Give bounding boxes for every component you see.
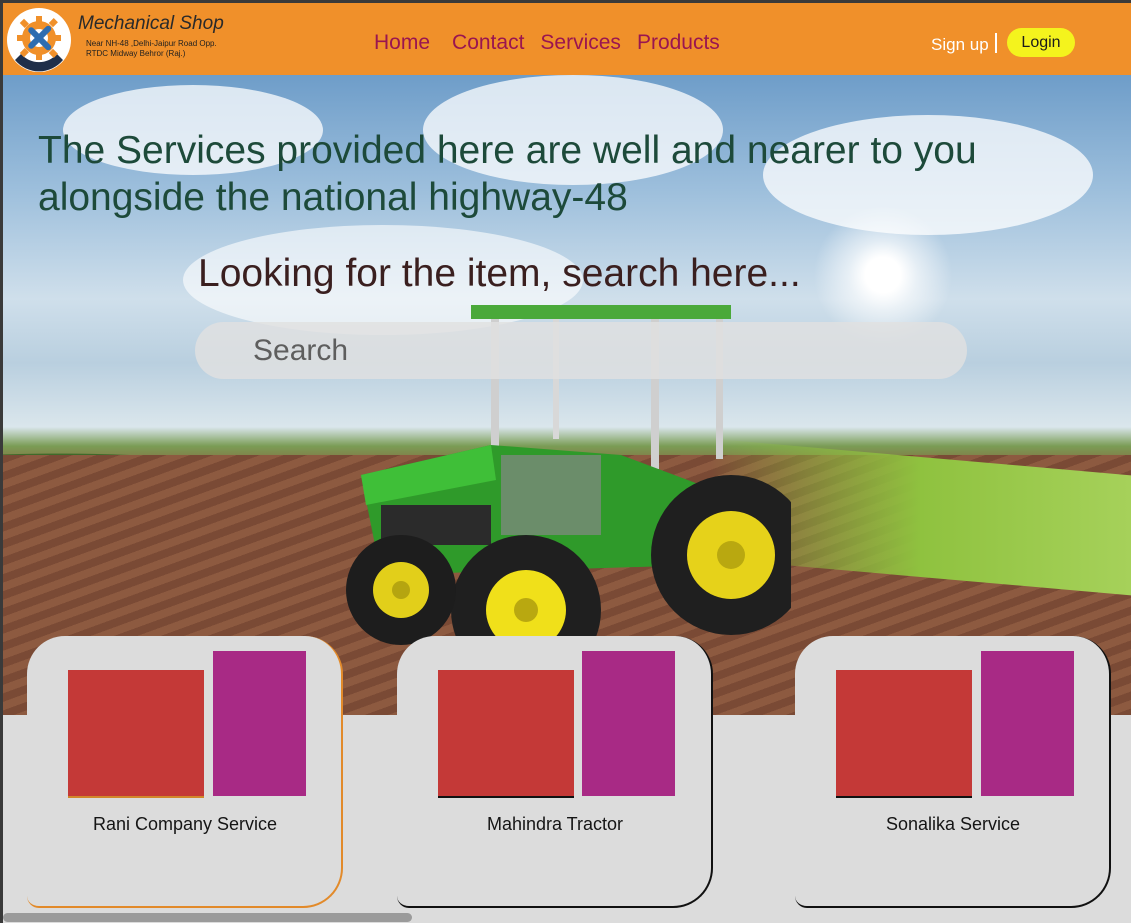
card-title: Mahindra Tractor xyxy=(486,814,624,834)
service-card[interactable]: Rani Company Service xyxy=(27,636,343,908)
shop-logo-gear-wrench-icon[interactable] xyxy=(7,8,71,72)
card-image-red-block xyxy=(438,670,574,798)
card-image-magenta-block xyxy=(213,651,306,796)
main-nav: Home Contact Services Products xyxy=(374,31,742,55)
address-line-2: RTDC Midway Behror (Raj.) xyxy=(86,49,186,58)
nav-products[interactable]: Products xyxy=(637,31,720,55)
card-image-red-block xyxy=(68,670,204,798)
card-image-magenta-block xyxy=(981,651,1074,796)
nav-contact[interactable]: Contact xyxy=(452,31,524,55)
login-button[interactable]: Login xyxy=(1007,28,1075,57)
brand-address: Near NH-48 ,Delhi-Jaipur Road Opp. RTDC … xyxy=(86,39,224,59)
search-title: Looking for the item, search here... xyxy=(198,252,801,295)
search-input[interactable] xyxy=(195,322,967,379)
card-title: Sonalika Service xyxy=(885,814,1021,834)
brand-name: Mechanical Shop xyxy=(78,13,224,34)
header-divider xyxy=(995,33,997,53)
top-header: Mechanical Shop Near NH-48 ,Delhi-Jaipur… xyxy=(3,3,1131,75)
service-card[interactable]: Sonalika Service xyxy=(795,636,1111,908)
card-image-red-block xyxy=(836,670,972,798)
address-line-1: Near NH-48 ,Delhi-Jaipur Road Opp. xyxy=(86,39,217,48)
hero-banner: The Services provided here are well and … xyxy=(3,75,1131,715)
nav-home[interactable]: Home xyxy=(374,31,430,55)
card-image-magenta-block xyxy=(582,651,675,796)
signup-link[interactable]: Sign up xyxy=(931,35,989,55)
nav-services[interactable]: Services xyxy=(540,31,621,55)
service-card[interactable]: Mahindra Tractor xyxy=(397,636,713,908)
hero-headline: The Services provided here are well and … xyxy=(38,129,977,219)
horizontal-scrollbar[interactable] xyxy=(3,913,412,922)
card-title: Rani Company Service xyxy=(92,814,278,834)
brand-block: Mechanical Shop Near NH-48 ,Delhi-Jaipur… xyxy=(78,13,224,59)
